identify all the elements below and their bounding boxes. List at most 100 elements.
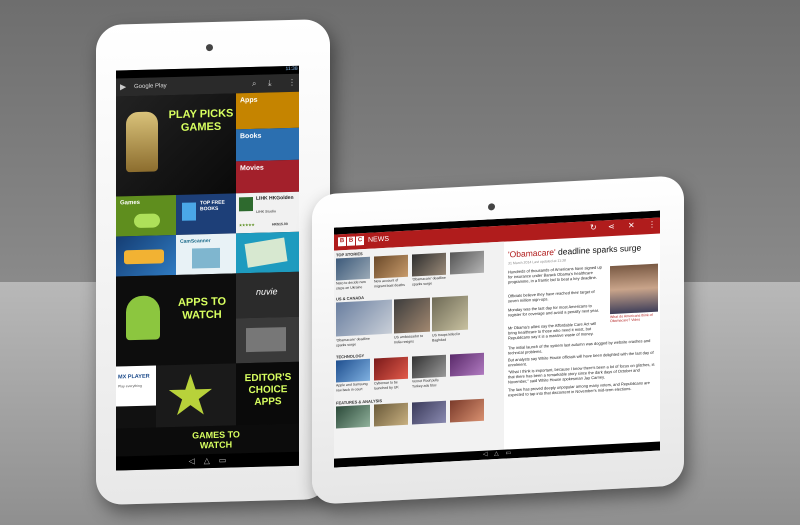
games-tile[interactable]: Games [116,194,176,237]
story-thumb[interactable] [432,295,468,332]
books-tile[interactable]: Books [236,127,299,162]
story-thumb[interactable] [374,402,408,427]
mx-player-tile[interactable]: MX PLAYER Play everything [116,365,156,407]
app-promo-image [246,327,286,353]
article-paragraph: Mr Obama's allies say the Affordable Car… [508,320,597,341]
play-store-icon[interactable]: ▶ [120,78,126,96]
story-caption: Apple and Samsung row back in court [336,381,368,392]
story-caption: 'Obamacare' deadline sparks surge [412,275,446,287]
editors-choice-label: EDITOR'S CHOICE APPS [244,371,292,408]
news-wordmark: NEWS [368,235,389,244]
play-picks-tile[interactable]: PLAY PICKS GAMES [116,93,236,197]
game-promo-tile[interactable] [116,234,176,277]
apps-tile[interactable]: Apps [236,91,299,130]
story-thumb[interactable] [412,354,446,379]
headline-highlight: 'Obamacare' [508,246,556,260]
article-paragraph: Officials believe they have reached thei… [508,288,595,304]
tablet-landscape: B B C NEWS ↻ ⋖ ✕ ⋮ TOP STORIES Nato to d… [312,175,684,505]
books-label: Books [240,132,262,141]
status-time: 11:38 [285,65,298,73]
article-panel: 'Obamacare' deadline sparks surge 31 Mar… [506,234,660,459]
star-icon: ★ [168,367,213,425]
rating-stars: ★★★★★ [239,222,255,228]
editors-star-tile[interactable]: ★ [156,363,236,428]
article-paragraph: Hundreds of thousands of Americans have … [508,264,602,285]
refresh-icon[interactable]: ↻ [590,223,597,232]
tablet-portrait: 11:38 ▶ Google Play ⌕ ⤓ ⋮ PLAY PICKS GAM… [96,18,330,506]
story-thumb[interactable] [336,404,370,429]
back-icon[interactable]: ◁ [189,456,195,465]
home-icon[interactable]: △ [204,456,210,465]
story-caption: Vernet Roof pulls Turkey ads bloc [412,378,439,389]
article-headline: 'Obamacare' deadline sparks surge [508,242,641,259]
bbc-logo-letter: C [356,236,364,246]
story-thumb[interactable] [336,299,392,337]
top-free-books-tile[interactable]: TOP FREE BOOKS [176,193,236,235]
app-promo-tile[interactable] [236,316,299,364]
movies-label: Movies [240,164,264,173]
close-icon[interactable]: ✕ [628,221,635,230]
gamepad-icon [134,213,160,229]
photo-image [244,237,288,268]
front-camera [206,44,213,52]
bbc-logo-letter: B [347,236,355,246]
article-date: 31 March 2014 Last updated at 11:38 [508,258,566,266]
recents-icon[interactable]: ▭ [219,456,227,465]
story-thumb[interactable] [412,252,446,277]
lihk-app-card[interactable]: LIHK HKGolden LIHK Studio ★★★★★ HK$15.00 [236,191,299,234]
download-icon[interactable]: ⤓ [268,74,272,92]
story-index-panel: TOP STORIES Nato to decide new steps on … [334,241,504,468]
story-thumb[interactable] [450,250,484,275]
camscanner-label: CamScanner [180,238,211,245]
story-caption: US ambassador to India resigns [394,333,423,344]
article-photo[interactable] [610,263,658,315]
mx-player-subtitle: Play everything [118,383,142,389]
story-thumb[interactable] [336,256,370,281]
story-caption: Cyberwar to be launched by UK [374,380,399,390]
games-to-watch-label: GAMES TO WATCH [192,429,240,451]
home-icon[interactable]: △ [494,451,499,457]
mx-player-label: MX PLAYER [118,373,150,381]
android-robot-image [126,295,160,341]
bbc-news-screen: B B C NEWS ↻ ⋖ ✕ ⋮ TOP STORIES Nato to d… [334,210,660,468]
bookmark-icon [182,202,196,221]
story-caption: New account of migrant boat deaths [374,278,405,288]
story-thumb[interactable] [450,398,484,423]
top-free-books-label: TOP FREE BOOKS [200,199,225,213]
story-thumb[interactable] [450,352,484,377]
nuvie-label: nuvie [256,286,278,297]
lihk-app-icon [239,196,253,212]
app-title: Google Play [134,83,167,91]
camscanner-tile[interactable]: CamScanner [176,233,236,275]
editors-choice-tile[interactable]: EDITOR'S CHOICE APPS [236,361,299,426]
recents-icon[interactable]: ▭ [505,450,511,456]
nuvie-tile[interactable]: nuvie [236,271,299,319]
story-thumb[interactable] [336,358,370,383]
apps-to-watch-tile[interactable]: APPS TO WATCH [116,273,236,367]
bbc-logo-letter: B [338,236,346,247]
movies-tile[interactable]: Movies [236,159,299,194]
share-icon[interactable]: ⋖ [608,222,615,231]
games-label: Games [120,199,141,207]
story-thumb[interactable] [412,400,446,425]
story-caption: 'Obamacare' deadline sparks surge [336,336,370,347]
google-play-screen: 11:38 ▶ Google Play ⌕ ⤓ ⋮ PLAY PICKS GAM… [116,65,299,471]
photo-caption[interactable]: What do Americans think of Obamacare? Vi… [610,313,658,323]
story-caption: Nato to decide new steps on Ukraine [336,279,366,290]
article-paragraph: Monday was the last day for most America… [508,303,599,318]
story-thumb[interactable] [374,254,408,279]
search-icon[interactable]: ⌕ [252,75,256,93]
headline-text: deadline sparks surge [555,242,642,257]
lihk-price: HK$15.00 [272,222,288,227]
robot-trophy-image [126,111,158,173]
overflow-menu-icon[interactable]: ⋮ [648,220,656,229]
photo-app-tile[interactable] [236,231,299,274]
overflow-menu-icon[interactable]: ⋮ [288,74,296,92]
story-thumb[interactable] [374,356,408,381]
game-promo-image [124,249,164,265]
back-icon[interactable]: ◁ [483,452,488,458]
lihk-app-name: LIHK HKGolden [256,194,294,202]
apps-to-watch-label: APPS TO WATCH [177,295,227,322]
play-picks-label: PLAY PICKS GAMES [168,107,234,134]
story-thumb[interactable] [394,297,430,334]
